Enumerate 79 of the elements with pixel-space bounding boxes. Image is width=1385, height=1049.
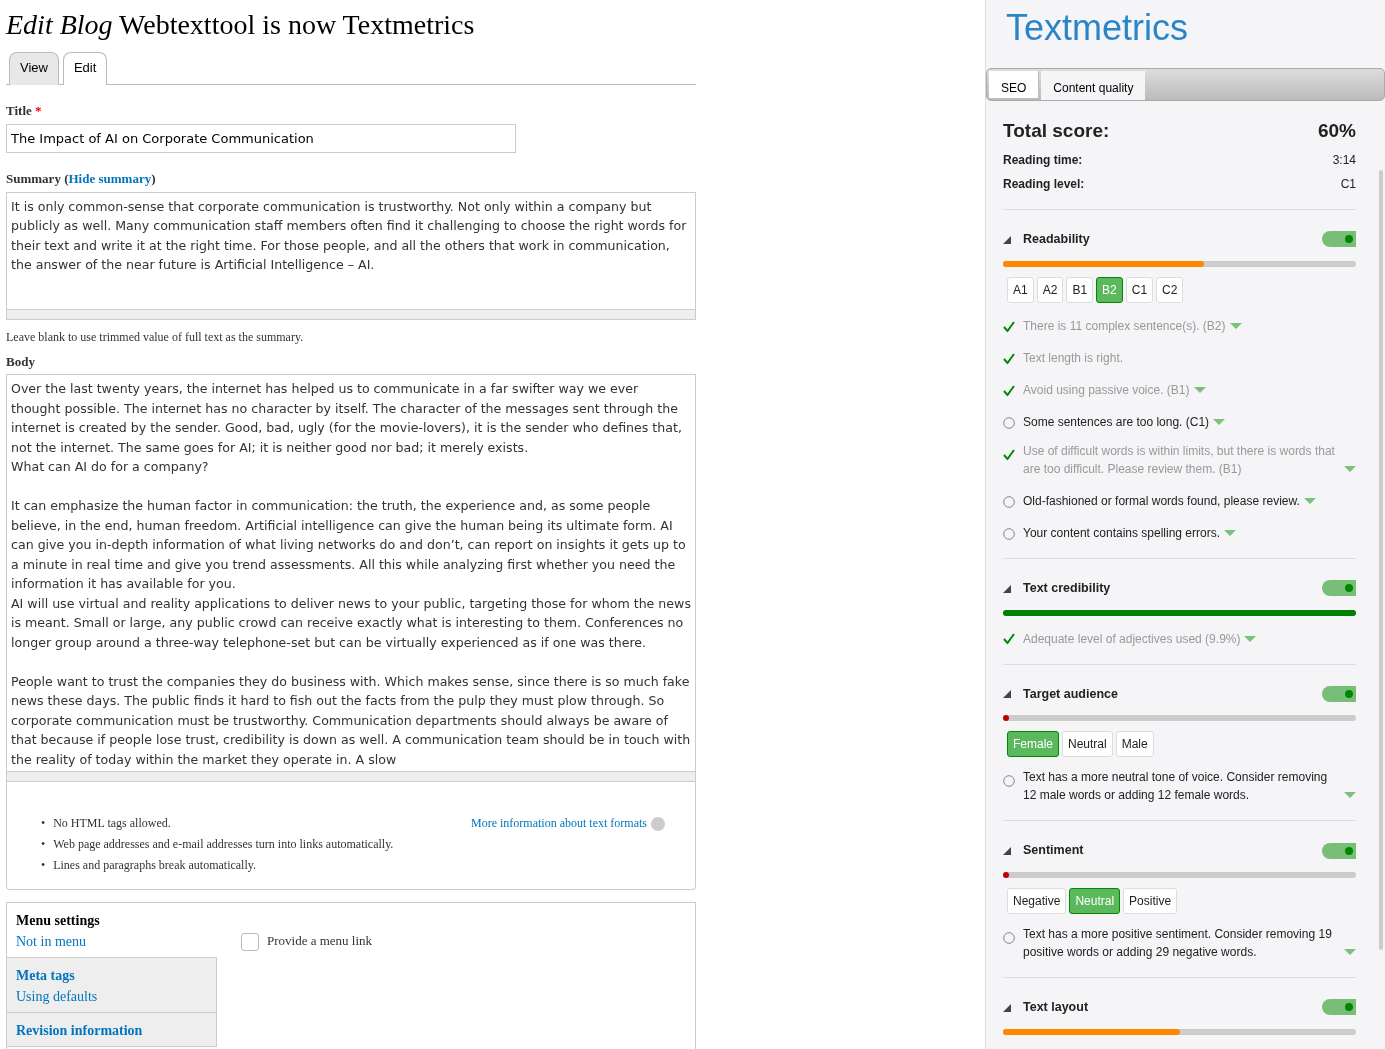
check-message: Text length is right. <box>1023 349 1124 367</box>
bullet: • <box>41 858 46 873</box>
check-message: Avoid using passive voice. (B1) <box>1023 381 1190 399</box>
body-field[interactable]: Over the last twenty years, the internet has helped us to communicate in a far swifter way we ever thought possible. The internet has no character by itself. The character of the messages sent through the internet is created by the sender. Good, bad, ugly (for the movie-lovers), it is the sender who defines that, not the internet. The same goes for AI; it is neither good nor bad; it merely exists. What can AI do for a company? It can emphasize the human factor in communication: the truth, the experience and, as some people believe, in the end, human freedom. Artificial intelligence can give the human being its ultimate form. AI can give you in-depth information of what living networks do and don’t, can report on insights it gets up to a minute in real time and give you trend assessments. All this while analyzing first whether you need the information it has available for you. AI will use virtual and reality applications to deliver news to your public, targeting those for whom the news is meant. Small or large, any public crowd can receive exactly what is interesting to them. Conferences no longer group around a three-way telephone-set but can be virtually experienced as if one was there. People want to trust the companies they do business with. Which makes sense, since there is so much fake news these days. The public finds it hard to fish out the facts from the pulp they must plow through. So corporate communication must be trustworthy. Communication departments should always be aware of that because if people lose trust, credibility is down as well. A communication team should be in touch with the reality of today within the market they operate in. A slow <box>6 374 696 773</box>
field-label: Summary (Hide summary) <box>6 171 156 187</box>
score-label: Total score: <box>1003 118 1110 143</box>
toggle-switch[interactable] <box>1322 231 1356 248</box>
collapse-triangle-icon <box>1003 847 1011 856</box>
format-tip: Lines and paragraphs break automatically. <box>53 858 256 873</box>
resize-handle[interactable] <box>6 309 696 320</box>
toggle-switch[interactable] <box>1322 580 1356 597</box>
check-message: Old-fashioned or formal words found, please review. <box>1023 492 1300 510</box>
help-icon[interactable] <box>651 817 665 832</box>
checkbox-label: Provide a menu link <box>267 933 373 949</box>
caret-icon[interactable] <box>1224 529 1236 536</box>
check-message: Text has a more positive sentiment. Consider removing 19 positive words or adding 29 negative words. <box>1023 926 1333 962</box>
section-title: Sentiment <box>1023 842 1084 860</box>
level-option[interactable]: C1 <box>1125 276 1154 303</box>
field-label: Body <box>6 353 35 369</box>
check-message: Text has a more neutral tone of voice. Consider removing 12 male words or adding 12 female words. <box>1023 769 1329 805</box>
stat-value: 3:14 <box>1332 152 1356 170</box>
summary-toggle-link[interactable]: Hide summary <box>68 171 152 187</box>
caret-icon[interactable] <box>1229 322 1242 329</box>
level-option[interactable]: Male <box>1115 731 1154 758</box>
format-tip: Web page addresses and e-mail addresses turn into links automatically. <box>53 837 394 852</box>
section-title: Text layout <box>1023 999 1089 1017</box>
level-option[interactable]: Positive <box>1123 888 1178 915</box>
tab[interactable]: SEO <box>989 70 1040 98</box>
help-text: Leave blank to use trimmed value of full text as the summary. <box>6 328 305 346</box>
stat-value: C1 <box>1340 176 1356 194</box>
check-message: There is 11 complex sentence(s). (B2) <box>1023 317 1226 335</box>
level-option[interactable]: A1 <box>1007 276 1034 303</box>
check-message: Adequate level of adjectives used (9.9%) <box>1023 630 1241 648</box>
tab[interactable]: Content quality <box>1041 70 1146 100</box>
format-tip: No HTML tags allowed. <box>53 816 171 831</box>
caret-icon[interactable] <box>1193 386 1206 393</box>
section-title: Target audience <box>1023 685 1118 703</box>
vertical-tab[interactable]: Meta tags Using defaults <box>7 958 217 1014</box>
collapse-triangle-icon <box>1003 235 1011 244</box>
field-label: Title <box>6 103 32 119</box>
check-message: Use of difficult words is within limits, but there is words that are too difficult. Please review them. (B1) <box>1023 442 1336 478</box>
caret-icon[interactable] <box>1244 635 1257 642</box>
toggle-switch[interactable] <box>1322 999 1356 1016</box>
stat-label: Reading time: <box>1003 152 1083 170</box>
collapse-triangle-icon <box>1003 584 1011 593</box>
level-option[interactable]: C2 <box>1156 276 1184 303</box>
required-mark: * <box>35 103 42 119</box>
caret-icon[interactable] <box>1344 465 1356 472</box>
checkbox[interactable] <box>241 933 259 952</box>
bullet: • <box>41 837 46 852</box>
toggle-switch[interactable] <box>1322 685 1356 702</box>
tab[interactable]: View <box>9 51 59 86</box>
resize-handle[interactable] <box>6 772 696 783</box>
level-option[interactable]: A2 <box>1036 276 1064 303</box>
check-message: Your content contains spelling errors. <box>1023 524 1220 542</box>
format-info-link[interactable]: More information about text formats <box>471 816 647 831</box>
collapse-triangle-icon <box>1003 690 1011 699</box>
caret-icon[interactable] <box>1303 497 1316 504</box>
level-option[interactable]: Negative <box>1007 888 1067 915</box>
page-title: Edit Blog Webtexttool is now Textmetrics <box>6 8 476 42</box>
caret-icon[interactable] <box>1213 418 1226 425</box>
title-field[interactable]: The Impact of AI on Corporate Communication <box>6 123 516 154</box>
scrollbar[interactable] <box>1379 170 1383 950</box>
caret-icon[interactable] <box>1344 792 1356 799</box>
stat-label: Reading level: <box>1003 176 1085 194</box>
section-title: Readability <box>1023 231 1090 249</box>
bullet: • <box>41 816 46 831</box>
tab[interactable]: Edit <box>62 51 108 86</box>
vertical-tab[interactable]: Revision information <box>7 1013 217 1048</box>
summary-field[interactable]: It is only common-sense that corporate communication is trustworthy. Not only within a company but publicly as well. Many communication staff members often find it challenging to choose the right words for their text and write it at the right time. For those people, and all the others that work in communication, the answer of the near future is Artificial Intelligence – AI. <box>6 191 696 310</box>
toggle-switch[interactable] <box>1322 842 1356 859</box>
level-option[interactable]: B1 <box>1066 276 1094 303</box>
check-message: Some sentences are too long. (C1) <box>1023 413 1210 431</box>
collapse-triangle-icon <box>1003 1003 1011 1012</box>
score-value: 60% <box>1317 118 1356 143</box>
logo: Textmetrics <box>1005 6 1190 50</box>
level-option[interactable]: Neutral <box>1062 731 1113 758</box>
section-title: Text credibility <box>1023 579 1111 597</box>
caret-icon[interactable] <box>1344 949 1356 956</box>
